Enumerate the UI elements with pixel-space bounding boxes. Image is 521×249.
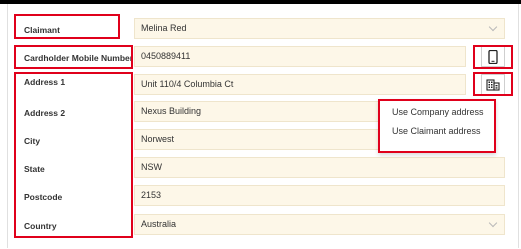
state-input[interactable]: NSW xyxy=(134,157,505,178)
mobile-phone-icon xyxy=(488,49,498,64)
mobile-phone-button[interactable] xyxy=(481,46,505,67)
city-label: City xyxy=(24,136,41,146)
postcode-input[interactable]: 2153 xyxy=(134,185,505,206)
claimant-value: Melina Red xyxy=(141,23,187,33)
city-value: Norwest xyxy=(141,134,175,144)
country-label: Country xyxy=(24,221,57,231)
country-select[interactable]: Australia xyxy=(134,214,505,235)
claimant-select[interactable]: Melina Red xyxy=(134,18,505,39)
building-icon xyxy=(486,78,500,91)
cardholder-mobile-label: Cardholder Mobile Number xyxy=(24,53,134,63)
address-lookup-button[interactable] xyxy=(481,74,505,95)
postcode-label: Postcode xyxy=(24,192,63,202)
chevron-down-icon xyxy=(488,22,498,32)
country-value: Australia xyxy=(141,219,177,229)
menu-item-use-company-address[interactable]: Use Company address xyxy=(392,107,484,117)
address2-label: Address 2 xyxy=(24,108,66,118)
address2-value: Nexus Building xyxy=(141,106,202,116)
address1-value: Unit 110/4 Columbia Ct xyxy=(141,79,234,89)
menu-item-use-claimant-address[interactable]: Use Claimant address xyxy=(392,126,481,136)
state-label: State xyxy=(24,164,45,174)
chevron-down-icon xyxy=(488,218,498,228)
cardholder-mobile-input[interactable]: 0450889411 xyxy=(134,46,466,67)
claimant-label: Claimant xyxy=(24,25,60,35)
cardholder-mobile-value: 0450889411 xyxy=(141,51,191,61)
state-value: NSW xyxy=(141,162,162,172)
address1-label: Address 1 xyxy=(24,77,66,87)
address1-input[interactable]: Unit 110/4 Columbia Ct xyxy=(134,74,466,95)
postcode-value: 2153 xyxy=(141,190,162,200)
address-options-menu: Use Company address Use Claimant address xyxy=(378,99,496,153)
